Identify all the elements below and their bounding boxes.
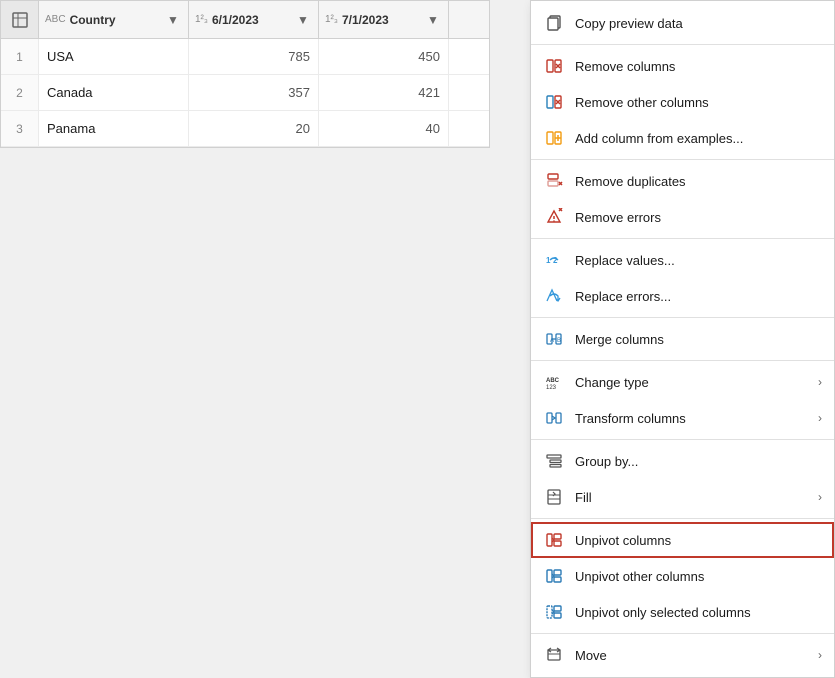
menu-item-replace-values[interactable]: 1 2 Replace values... [531, 242, 834, 278]
th-date1[interactable]: 1²₃ 6/1/2023 ▼ [189, 1, 319, 38]
menu-label-remove-errors: Remove errors [575, 210, 822, 225]
menu-label-add-column: Add column from examples... [575, 131, 822, 146]
separator [531, 44, 834, 45]
separator [531, 633, 834, 634]
cell-val2-2: 421 [319, 75, 449, 110]
svg-text:1: 1 [546, 256, 551, 265]
menu-label-unpivot-columns: Unpivot columns [575, 533, 822, 548]
menu-label-move: Move [575, 648, 808, 663]
replace-errors-icon [543, 285, 565, 307]
menu-item-remove-columns[interactable]: Remove columns [531, 48, 834, 84]
menu-label-transform-columns: Transform columns [575, 411, 808, 426]
unpivot-columns-icon [543, 529, 565, 551]
svg-text:123: 123 [546, 385, 557, 391]
svg-text:A: A [550, 338, 554, 344]
table-header: ABC Country ▼ 1²₃ 6/1/2023 ▼ 1²₃ 7/1/202… [1, 1, 489, 39]
cell-val2-3: 40 [319, 111, 449, 146]
unpivot-selected-columns-icon [543, 601, 565, 623]
data-table: ABC Country ▼ 1²₃ 6/1/2023 ▼ 1²₃ 7/1/202… [0, 0, 490, 148]
separator [531, 360, 834, 361]
menu-item-transform-columns[interactable]: Transform columns › [531, 400, 834, 436]
th-date2-label: 7/1/2023 [342, 13, 389, 27]
type-badge-country: ABC [45, 14, 66, 25]
menu-label-group-by: Group by... [575, 454, 822, 469]
menu-item-remove-errors[interactable]: Remove errors [531, 199, 834, 235]
replace-values-icon: 1 2 [543, 249, 565, 271]
separator [531, 159, 834, 160]
cell-val2-1: 450 [319, 39, 449, 74]
change-type-icon: ABC 123 [543, 371, 565, 393]
remove-other-columns-icon [543, 91, 565, 113]
transform-columns-icon [543, 407, 565, 429]
menu-item-remove-other-columns[interactable]: Remove other columns [531, 84, 834, 120]
cell-country-2: Canada [39, 75, 189, 110]
menu-label-fill: Fill [575, 490, 808, 505]
menu-item-copy-preview[interactable]: Copy preview data [531, 5, 834, 41]
th-country-label: Country [70, 13, 116, 27]
menu-item-unpivot-selected-columns[interactable]: Unpivot only selected columns [531, 594, 834, 630]
menu-item-change-type[interactable]: ABC 123 Change type › [531, 364, 834, 400]
remove-duplicates-icon [543, 170, 565, 192]
fill-icon [543, 486, 565, 508]
cell-val1-1: 785 [189, 39, 319, 74]
table-row: 1 USA 785 450 [1, 39, 489, 75]
menu-label-replace-values: Replace values... [575, 253, 822, 268]
menu-label-copy-preview: Copy preview data [575, 16, 822, 31]
th-date2-dropdown[interactable]: ▼ [424, 11, 442, 29]
menu-label-merge-columns: Merge columns [575, 332, 822, 347]
table-row: 2 Canada 357 421 [1, 75, 489, 111]
th-country-dropdown[interactable]: ▼ [164, 11, 182, 29]
merge-columns-icon: A B [543, 328, 565, 350]
type-badge-date1: 1²₃ [195, 14, 208, 25]
menu-label-unpivot-selected-columns: Unpivot only selected columns [575, 605, 822, 620]
row-number-header [1, 1, 39, 38]
menu-item-remove-duplicates[interactable]: Remove duplicates [531, 163, 834, 199]
group-by-icon [543, 450, 565, 472]
context-menu: Copy preview data Remove columns Remove … [530, 0, 835, 678]
separator [531, 238, 834, 239]
row-num-2: 2 [1, 75, 39, 110]
remove-errors-icon [543, 206, 565, 228]
cell-country-3: Panama [39, 111, 189, 146]
move-icon [543, 644, 565, 666]
menu-label-change-type: Change type [575, 375, 808, 390]
menu-item-merge-columns[interactable]: A B Merge columns [531, 321, 834, 357]
change-type-arrow: › [818, 375, 822, 389]
menu-item-unpivot-other-columns[interactable]: Unpivot other columns [531, 558, 834, 594]
menu-item-fill[interactable]: Fill › [531, 479, 834, 515]
row-num-1: 1 [1, 39, 39, 74]
separator [531, 317, 834, 318]
menu-label-replace-errors: Replace errors... [575, 289, 822, 304]
remove-columns-icon [543, 55, 565, 77]
menu-item-unpivot-columns[interactable]: Unpivot columns [531, 522, 834, 558]
move-arrow: › [818, 648, 822, 662]
type-badge-date2: 1²₃ [325, 14, 338, 25]
th-date2[interactable]: 1²₃ 7/1/2023 ▼ [319, 1, 449, 38]
menu-label-remove-other-columns: Remove other columns [575, 95, 822, 110]
svg-text:B: B [557, 338, 561, 344]
table-row: 3 Panama 20 40 [1, 111, 489, 147]
menu-item-add-column[interactable]: Add column from examples... [531, 120, 834, 156]
copy-icon [543, 12, 565, 34]
menu-label-remove-columns: Remove columns [575, 59, 822, 74]
fill-arrow: › [818, 490, 822, 504]
menu-label-remove-duplicates: Remove duplicates [575, 174, 822, 189]
th-country[interactable]: ABC Country ▼ [39, 1, 189, 38]
unpivot-other-columns-icon [543, 565, 565, 587]
th-date1-label: 6/1/2023 [212, 13, 259, 27]
transform-columns-arrow: › [818, 411, 822, 425]
th-date1-dropdown[interactable]: ▼ [294, 11, 312, 29]
menu-label-unpivot-other-columns: Unpivot other columns [575, 569, 822, 584]
separator [531, 518, 834, 519]
row-num-3: 3 [1, 111, 39, 146]
cell-val1-2: 357 [189, 75, 319, 110]
add-column-icon [543, 127, 565, 149]
menu-item-group-by[interactable]: Group by... [531, 443, 834, 479]
cell-country-1: USA [39, 39, 189, 74]
separator [531, 439, 834, 440]
menu-item-replace-errors[interactable]: Replace errors... [531, 278, 834, 314]
cell-val1-3: 20 [189, 111, 319, 146]
svg-text:ABC: ABC [546, 378, 560, 384]
